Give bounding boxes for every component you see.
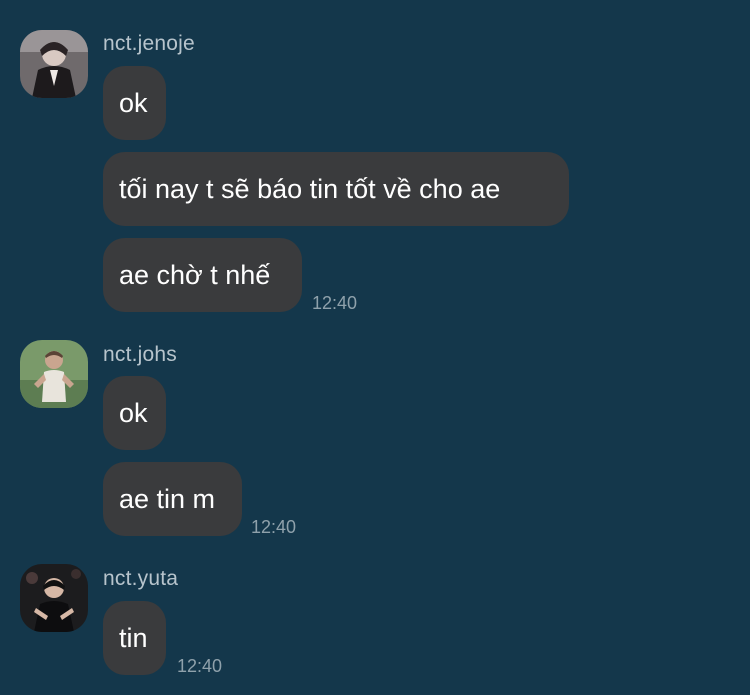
sender-name: nct.yuta: [103, 567, 179, 590]
user-avatar-icon: [20, 564, 88, 632]
message-timestamp: 12:40: [177, 656, 223, 676]
user-avatar-icon: [20, 30, 88, 98]
sender-name: nct.johs: [103, 343, 177, 366]
message-timestamp: 12:40: [312, 293, 358, 313]
user-avatar-icon: [20, 340, 88, 408]
message-bubble[interactable]: tin: [103, 601, 166, 675]
message-bubble[interactable]: tối nay t sẽ báo tin tốt về cho ae: [103, 152, 569, 226]
message-bubble[interactable]: ok: [103, 376, 166, 450]
avatar-nct-jenoje[interactable]: [20, 30, 88, 98]
avatar-nct-yuta[interactable]: [20, 564, 88, 632]
avatar-nct-johs[interactable]: [20, 340, 88, 408]
sender-name: nct.jenoje: [103, 32, 195, 55]
message-bubble[interactable]: ae chờ t nhế: [103, 238, 302, 312]
message-bubble[interactable]: ok: [103, 66, 166, 140]
chat-message-list: nct.jenoje ok tối nay t sẽ báo tin tốt v…: [0, 0, 750, 695]
message-timestamp: 12:40: [251, 517, 297, 537]
message-bubble[interactable]: ae tin m: [103, 462, 242, 536]
